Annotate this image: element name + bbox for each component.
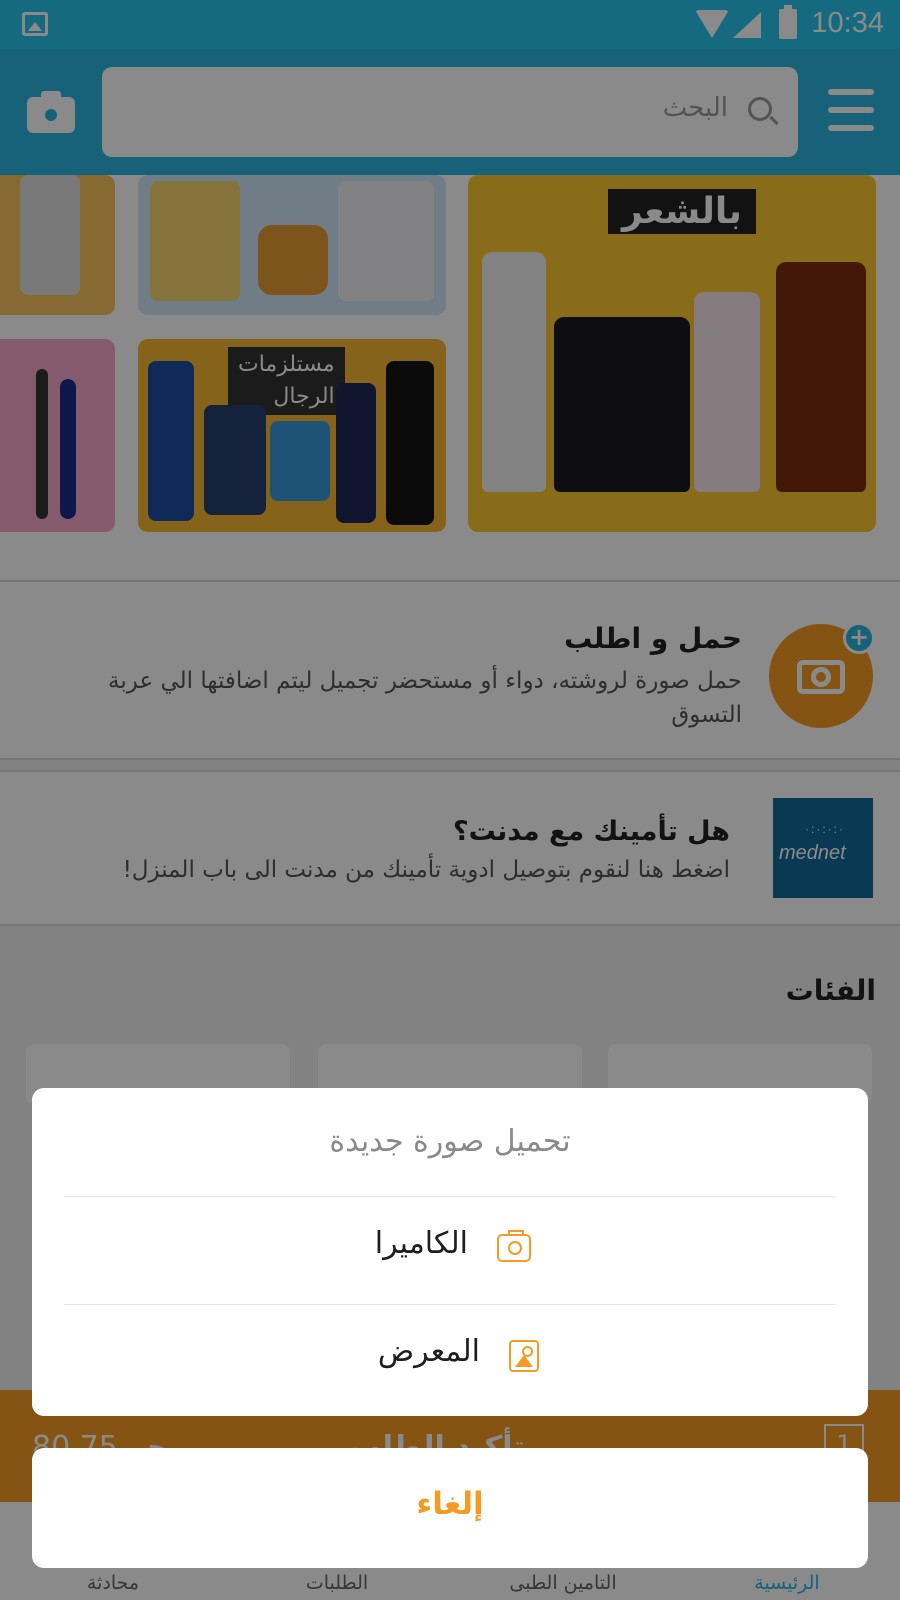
camera-option[interactable]: الكاميرا bbox=[32, 1196, 868, 1304]
gallery-icon bbox=[509, 1340, 539, 1372]
camera-option-label: الكاميرا bbox=[374, 1226, 468, 1261]
cancel-label: إلغاء bbox=[416, 1486, 484, 1522]
gallery-option-label: المعرض bbox=[377, 1334, 480, 1369]
gallery-option[interactable]: المعرض bbox=[32, 1304, 868, 1412]
camera-icon bbox=[497, 1230, 531, 1262]
cancel-button[interactable]: إلغاء bbox=[32, 1448, 868, 1568]
upload-image-dialog: تحميل صورة جديدة الكاميرا المعرض bbox=[32, 1088, 868, 1416]
dialog-title: تحميل صورة جديدة bbox=[329, 1124, 571, 1159]
